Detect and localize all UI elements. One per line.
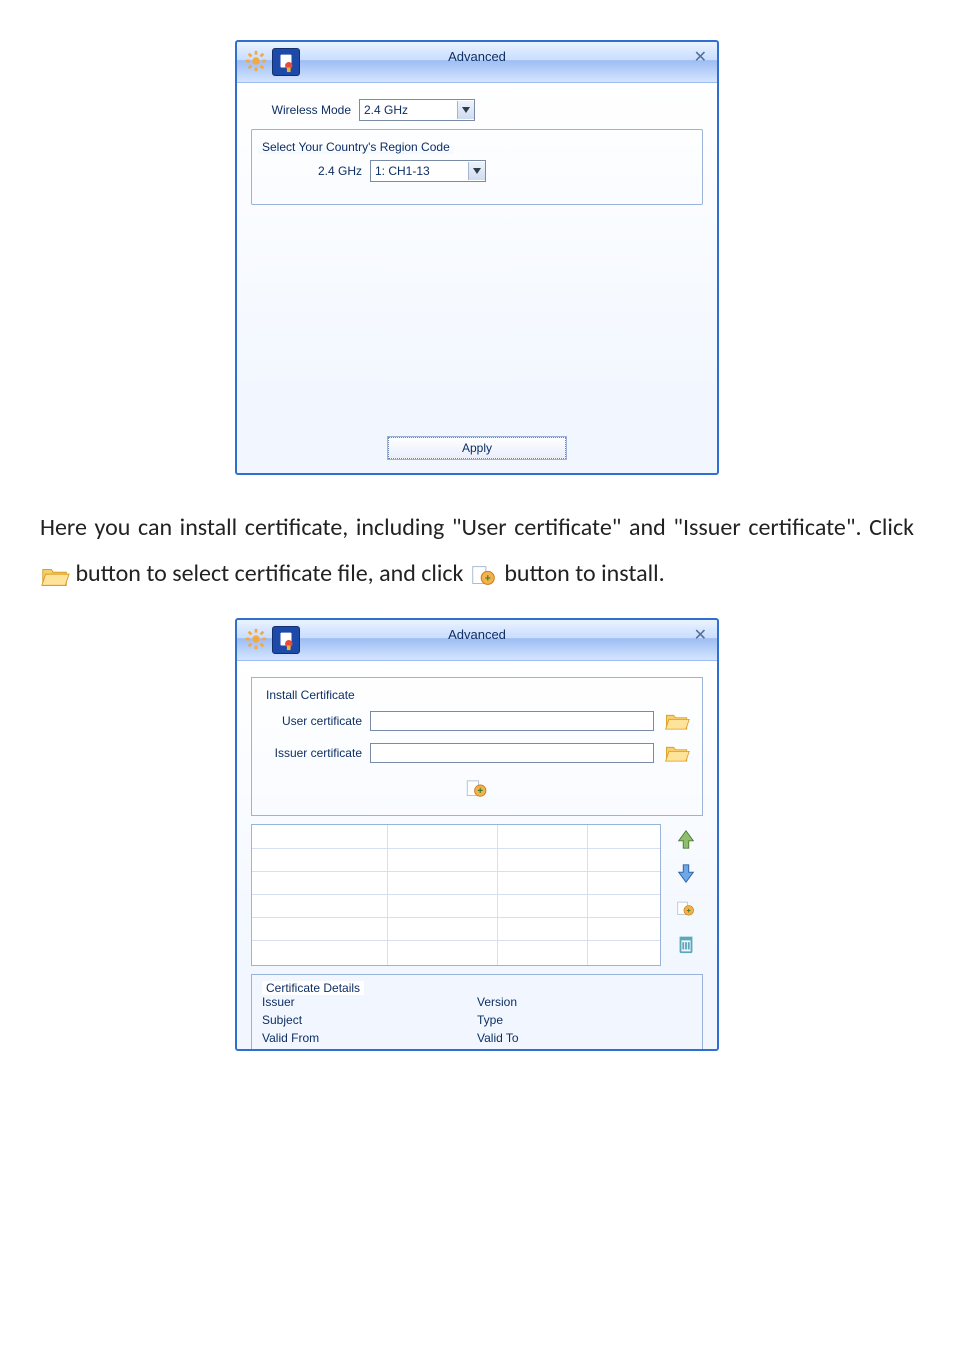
dialog-body: Install Certificate User certificate Iss… xyxy=(237,661,717,1049)
advanced-settings-dialog: Advanced ✕ Wireless Mode 2.4 GHz Select … xyxy=(235,40,719,475)
certificate-list[interactable] xyxy=(251,824,661,966)
arrow-down-icon[interactable] xyxy=(675,863,697,888)
install-certificate-icon: + xyxy=(469,561,499,607)
details-issuer-label: Issuer xyxy=(262,995,477,1009)
user-certificate-field[interactable] xyxy=(370,711,654,731)
browse-user-certificate-button[interactable] xyxy=(662,708,692,734)
details-valid-to-label: Valid To xyxy=(477,1031,692,1045)
certificate-details-legend: Certificate Details xyxy=(262,981,364,995)
region-code-legend: Select Your Country's Region Code xyxy=(258,140,454,154)
install-certificate-group: Install Certificate User certificate Iss… xyxy=(251,677,703,816)
wireless-mode-select[interactable]: 2.4 GHz xyxy=(359,99,475,121)
region-code-group: Select Your Country's Region Code 2.4 GH… xyxy=(251,129,703,205)
browse-issuer-certificate-button[interactable] xyxy=(662,740,692,766)
details-valid-from-label: Valid From xyxy=(262,1031,477,1045)
install-certificate-legend: Install Certificate xyxy=(262,688,359,702)
paragraph-text-2: button to select certificate file, and c… xyxy=(75,559,468,588)
wireless-mode-label: Wireless Mode xyxy=(251,103,359,117)
svg-text:+: + xyxy=(477,786,483,797)
install-certificate-button[interactable]: + xyxy=(464,791,490,805)
dialog-titlebar: Advanced ✕ xyxy=(237,42,717,83)
chevron-down-icon[interactable] xyxy=(468,162,485,180)
dialog-body: Wireless Mode 2.4 GHz Select Your Countr… xyxy=(237,83,717,473)
details-subject-label: Subject xyxy=(262,1013,477,1027)
wireless-mode-value: 2.4 GHz xyxy=(364,103,408,117)
folder-open-icon xyxy=(40,561,70,607)
certificate-details-group: Certificate Details Issuer Version Subje… xyxy=(251,974,703,1049)
user-certificate-label: User certificate xyxy=(262,714,362,728)
advanced-certificate-dialog: Advanced ✕ Install Certificate User cert… xyxy=(235,618,719,1051)
install-certificate-icon[interactable]: + xyxy=(675,898,697,923)
svg-text:+: + xyxy=(687,906,692,915)
details-version-label: Version xyxy=(477,995,692,1009)
chevron-down-icon[interactable] xyxy=(457,101,474,119)
region-code-value: 1: CH1-13 xyxy=(375,164,430,178)
apply-button[interactable]: Apply xyxy=(388,437,566,459)
close-icon[interactable]: ✕ xyxy=(694,50,707,66)
issuer-certificate-label: Issuer certificate xyxy=(262,746,362,760)
band-label: 2.4 GHz xyxy=(262,164,370,178)
certificate-list-area: + xyxy=(251,824,703,966)
dialog-title: Advanced xyxy=(237,627,717,642)
details-type-label: Type xyxy=(477,1013,692,1027)
region-code-select[interactable]: 1: CH1-13 xyxy=(370,160,486,182)
instruction-paragraph: Here you can install certificate, includ… xyxy=(40,505,914,606)
dialog-title: Advanced xyxy=(237,49,717,64)
issuer-certificate-field[interactable] xyxy=(370,743,654,763)
dialog-titlebar: Advanced ✕ xyxy=(237,620,717,661)
trash-icon[interactable] xyxy=(675,933,697,958)
paragraph-text-1: Here you can install certificate, includ… xyxy=(40,513,914,542)
arrow-up-icon[interactable] xyxy=(675,828,697,853)
svg-text:+: + xyxy=(485,571,491,585)
paragraph-text-3: button to install. xyxy=(504,559,664,588)
close-icon[interactable]: ✕ xyxy=(694,628,707,644)
